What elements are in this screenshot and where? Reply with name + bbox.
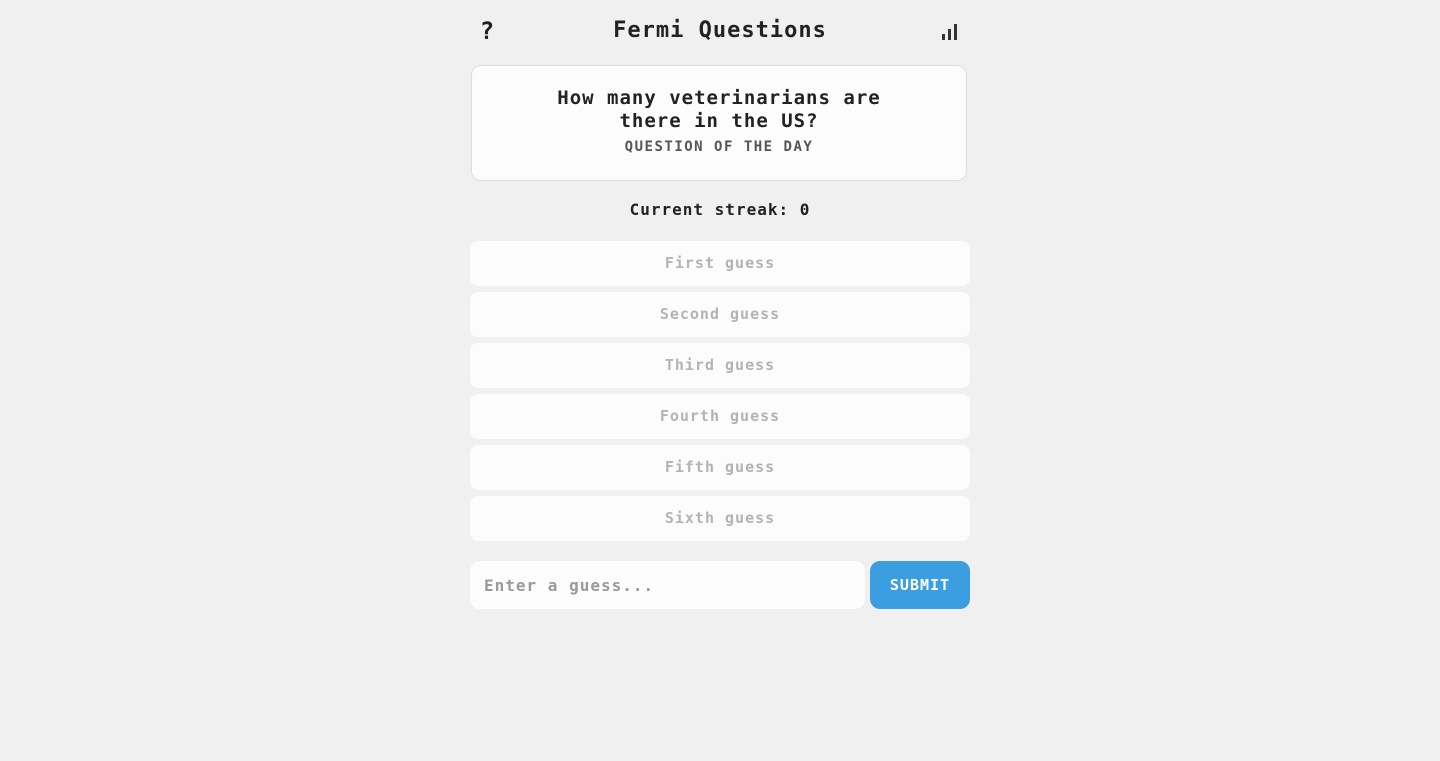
guess-slot-2: Second guess xyxy=(470,292,970,337)
guess-slot-4: Fourth guess xyxy=(470,394,970,439)
page-title: Fermi Questions xyxy=(613,18,827,43)
guess-input-row: SUBMIT xyxy=(470,561,970,609)
app-container: ? Fermi Questions How many veterinarians… xyxy=(470,0,970,609)
guess-slot-6: Sixth guess xyxy=(470,496,970,541)
question-subtitle: QUESTION OF THE DAY xyxy=(624,139,814,155)
bar-chart-icon-bar xyxy=(942,34,945,40)
bar-chart-icon-bar xyxy=(948,29,951,40)
bar-chart-icon[interactable] xyxy=(942,22,962,40)
guess-slot-1: First guess xyxy=(470,241,970,286)
question-text: How many veterinarians are there in the … xyxy=(557,87,881,132)
streak-counter: Current streak: 0 xyxy=(629,200,811,219)
bar-chart-icon-bar xyxy=(954,24,957,40)
question-card: How many veterinarians are there in the … xyxy=(471,65,967,181)
guess-list: First guess Second guess Third guess Fou… xyxy=(470,241,970,547)
guess-input[interactable] xyxy=(470,561,865,609)
guess-slot-5: Fifth guess xyxy=(470,445,970,490)
header: ? Fermi Questions xyxy=(470,0,970,62)
submit-button[interactable]: SUBMIT xyxy=(870,561,970,609)
guess-slot-3: Third guess xyxy=(470,343,970,388)
